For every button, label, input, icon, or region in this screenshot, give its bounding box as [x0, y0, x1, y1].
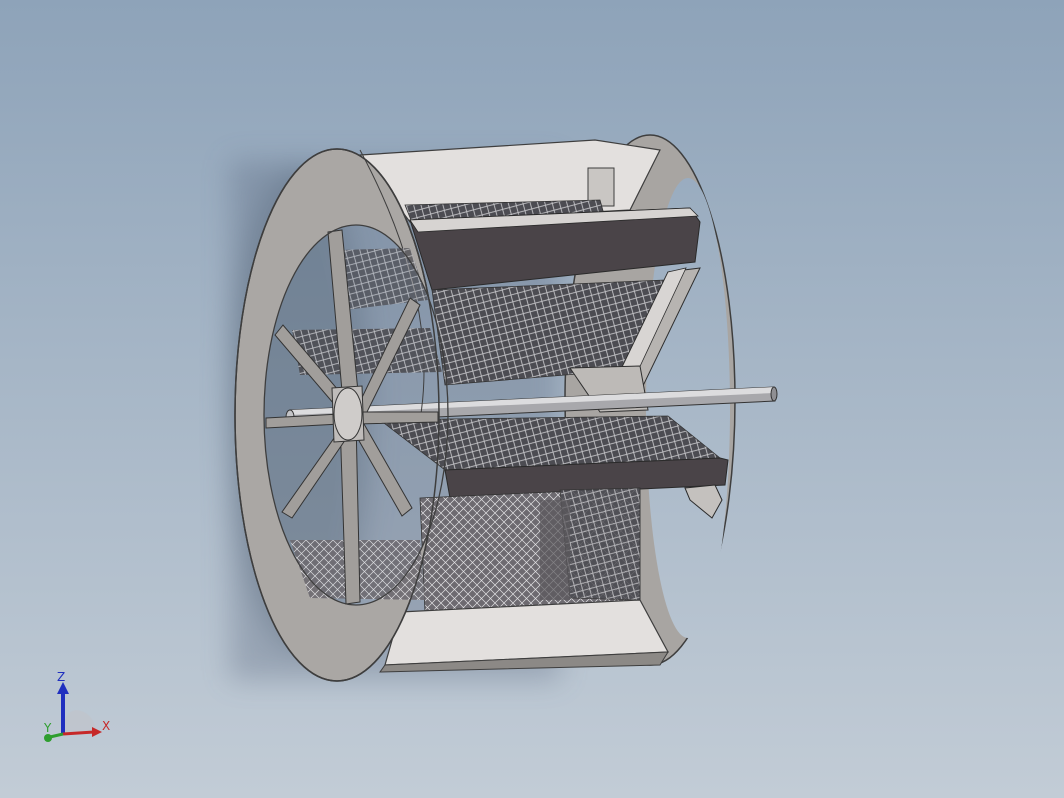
orientation-triad[interactable]: Z X Y [38, 672, 118, 750]
mesh-cage-bottom [419, 487, 641, 613]
graphics-viewport[interactable]: Z X Y [0, 0, 1064, 798]
triad-view-cone [63, 710, 96, 734]
y-arrow-head [44, 734, 52, 742]
z-axis-label: Z [57, 672, 65, 684]
water-wheel-model[interactable] [0, 0, 1064, 798]
x-arrow-head [92, 727, 102, 737]
y-axis-arrow [49, 732, 64, 739]
x-axis-arrow [62, 730, 95, 736]
y-axis-label: Y [43, 721, 52, 735]
x-axis-label: X [102, 719, 110, 733]
wheel-hub[interactable] [331, 385, 365, 443]
drum-bottom-panel[interactable] [379, 599, 669, 673]
